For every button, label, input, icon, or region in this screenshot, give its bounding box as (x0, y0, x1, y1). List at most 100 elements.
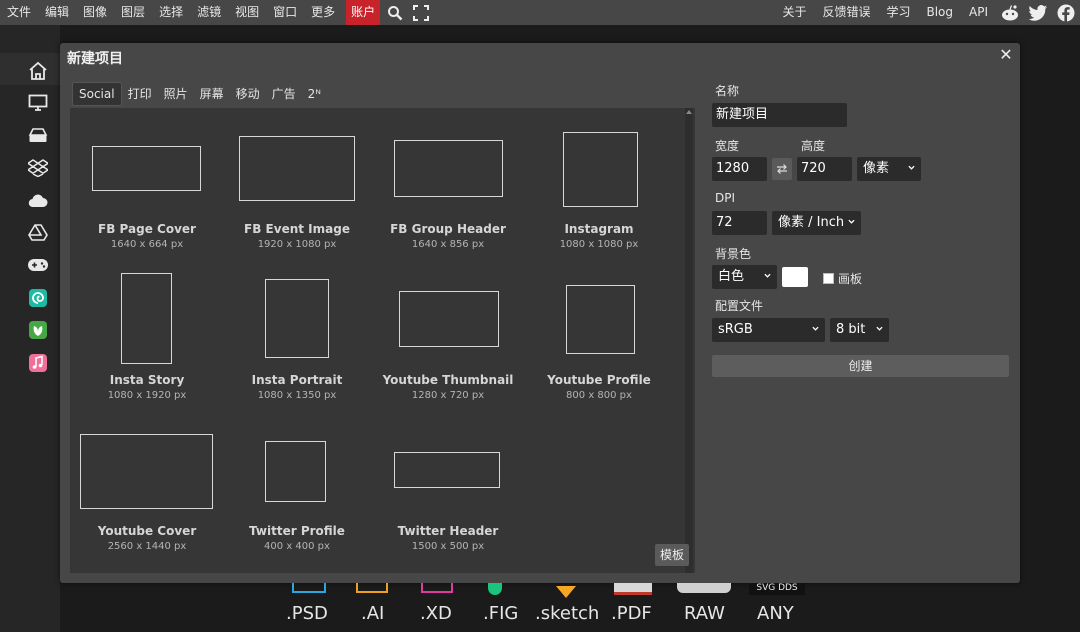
template-size: 800 x 800 px (566, 390, 632, 401)
templates-button[interactable]: 模板 (655, 544, 689, 566)
width-input[interactable]: 1280 (712, 157, 767, 181)
template-preview (399, 291, 499, 347)
template-size: 1920 x 1080 px (257, 239, 337, 250)
format-raw: RAW (684, 603, 725, 624)
menu-select[interactable]: 选择 (152, 0, 190, 25)
template-preview (394, 140, 503, 197)
app-spiral-icon[interactable] (27, 287, 49, 309)
sketch-icon (556, 583, 576, 598)
bit-depth-select[interactable]: 8 bit (830, 318, 889, 342)
reddit-icon[interactable] (996, 0, 1024, 25)
template-scrollbar[interactable] (685, 108, 693, 573)
new-project-dialog: 新建项目 ✕ Social 打印 照片 屏幕 移动 广告 2ᴺ FB Page … (60, 43, 1020, 583)
background-color-swatch[interactable] (782, 267, 808, 287)
menu-edit[interactable]: 编辑 (38, 0, 76, 25)
template-size: 2560 x 1440 px (107, 541, 187, 552)
menu-left: 文件 编辑 图像 图层 选择 滤镜 视图 窗口 更多 账户 (0, 0, 432, 25)
template-size: 1640 x 664 px (110, 239, 184, 250)
dpi-input[interactable]: 72 (712, 211, 767, 235)
format-ai: .AI (361, 603, 385, 624)
menu-account[interactable]: 账户 (346, 0, 381, 25)
menu-file[interactable]: 文件 (0, 0, 38, 25)
menu-bar: 文件 编辑 图像 图层 选择 滤镜 视图 窗口 更多 账户 关于 反馈错误 学习… (0, 0, 1080, 25)
template-preview (80, 434, 213, 509)
create-button[interactable]: 创建 (712, 355, 1009, 377)
color-profile-select[interactable]: sRGB (712, 318, 825, 342)
height-input[interactable]: 720 (797, 157, 852, 181)
drive-icon[interactable] (27, 125, 49, 147)
tab-print[interactable]: 打印 (122, 83, 158, 105)
unit-select-value: 像素 (863, 161, 890, 176)
xd-file-icon (421, 583, 453, 593)
template-name: FB Group Header (390, 222, 506, 236)
template-preview (121, 273, 172, 364)
facebook-icon[interactable] (1052, 0, 1080, 25)
search-icon[interactable] (384, 0, 406, 25)
menu-filter[interactable]: 滤镜 (190, 0, 228, 25)
figma-icon (488, 583, 502, 595)
menu-window[interactable]: 窗口 (266, 0, 304, 25)
template-size: 1640 x 856 px (411, 239, 485, 250)
tab-power-of-two[interactable]: 2ᴺ (302, 83, 327, 105)
tab-mobile[interactable]: 移动 (230, 83, 266, 105)
template-size: 1280 x 720 px (411, 390, 485, 401)
project-name-input[interactable]: 新建项目 (712, 103, 847, 127)
fullscreen-icon[interactable] (410, 0, 432, 25)
template-name: Twitter Profile (249, 524, 345, 538)
home-icon[interactable] (27, 60, 49, 82)
onedrive-icon[interactable] (27, 190, 49, 212)
menu-image[interactable]: 图像 (76, 0, 114, 25)
template-preview (265, 441, 326, 502)
chevron-down-icon (908, 165, 915, 170)
menu-view[interactable]: 视图 (228, 0, 266, 25)
artboard-checkbox[interactable] (823, 273, 834, 284)
tab-screen[interactable]: 屏幕 (194, 83, 230, 105)
height-label: 高度 (801, 139, 826, 153)
tab-photo[interactable]: 照片 (158, 83, 194, 105)
google-drive-icon[interactable] (27, 222, 49, 244)
app-music-icon[interactable] (27, 352, 49, 374)
template-grid: FB Page Cover 1640 x 664 px FB Event Ima… (70, 108, 695, 573)
tab-ads[interactable]: 广告 (266, 83, 302, 105)
template-name: Twitter Header (397, 524, 499, 538)
background-select[interactable]: 白色 (712, 265, 777, 289)
template-size: 1080 x 1920 px (107, 390, 187, 401)
gamepad-icon[interactable] (27, 254, 49, 276)
swap-dimensions-icon[interactable] (772, 158, 792, 180)
app-leaf-icon[interactable] (27, 319, 49, 341)
menu-learn[interactable]: 学习 (878, 0, 918, 25)
template-size: 1500 x 500 px (411, 541, 485, 552)
template-preview (92, 146, 201, 191)
template-name: FB Page Cover (98, 222, 196, 236)
psd-file-icon (292, 583, 326, 593)
pdf-file-icon (614, 583, 652, 595)
template-preview (566, 285, 635, 354)
profile-label: 配置文件 (715, 299, 764, 313)
left-toolbar (0, 25, 60, 632)
chevron-down-icon (848, 219, 855, 224)
name-label: 名称 (715, 84, 740, 98)
twitter-icon[interactable] (1024, 0, 1052, 25)
menu-report-bug[interactable]: 反馈错误 (814, 0, 878, 25)
menu-api[interactable]: API (961, 0, 996, 25)
menu-more[interactable]: 更多 (304, 0, 342, 25)
format-pdf: .PDF (611, 603, 652, 624)
scroll-up-arrow-icon[interactable] (686, 110, 692, 114)
template-name: Insta Story (109, 373, 185, 387)
dpi-unit-value: 像素 / Inch (778, 215, 845, 230)
close-icon[interactable]: ✕ (998, 46, 1014, 64)
menu-blog[interactable]: Blog (918, 0, 961, 25)
template-name: Youtube Thumbnail (382, 373, 514, 387)
dialog-title: 新建项目 (67, 51, 123, 67)
menu-about[interactable]: 关于 (774, 0, 814, 25)
dropbox-icon[interactable] (27, 157, 49, 179)
monitor-icon[interactable] (27, 92, 49, 114)
menu-layer[interactable]: 图层 (114, 0, 152, 25)
template-size: 400 x 400 px (264, 541, 330, 552)
tab-social[interactable]: Social (72, 82, 122, 106)
supported-formats: .PSD .AI .XD .FIG .sketch .PDF RAW SVG D… (0, 583, 1080, 632)
dpi-unit-select[interactable]: 像素 / Inch (772, 211, 861, 235)
template-name: Youtube Cover (97, 524, 197, 538)
color-profile-value: sRGB (718, 322, 753, 337)
unit-select[interactable]: 像素 (857, 157, 921, 181)
